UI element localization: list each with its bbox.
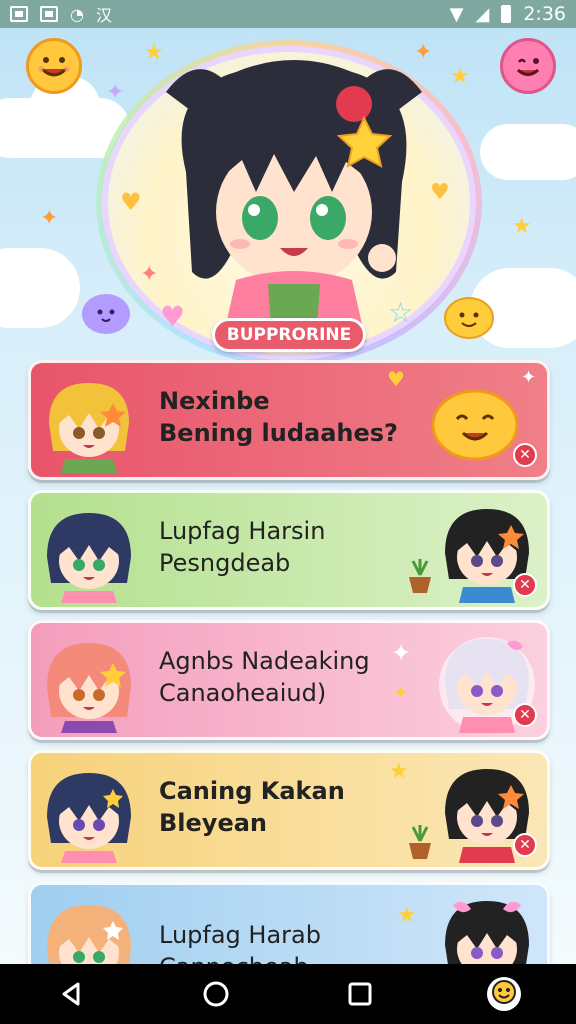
card-subtitle: Bleyean xyxy=(159,809,267,837)
recents-square-icon[interactable] xyxy=(340,974,380,1014)
close-icon[interactable]: ✕ xyxy=(513,443,537,467)
close-icon[interactable]: ✕ xyxy=(513,703,537,727)
wifi-icon: ▼ xyxy=(449,3,464,25)
signal-icon: ◢ xyxy=(475,3,490,25)
card-text: Caning Kakan Bleyean xyxy=(159,775,345,839)
back-triangle-icon[interactable] xyxy=(52,974,92,1014)
heart-icon: ♥ xyxy=(160,300,186,333)
list-item[interactable]: Nexinbe Bening ludaahes? ♥ ✦ ✕ xyxy=(28,360,550,480)
card-subtitle: Canaoheaiud) xyxy=(159,679,327,707)
card-title: Agnbs Nadeaking xyxy=(159,647,370,675)
close-icon[interactable]: ✕ xyxy=(513,833,537,857)
navigation-bar xyxy=(0,964,576,1024)
card-title: Nexinbe xyxy=(159,387,270,415)
battery-icon xyxy=(501,5,512,23)
card-title: Lupfag Harab xyxy=(159,921,321,949)
avatar xyxy=(47,513,131,603)
home-circle-icon[interactable] xyxy=(196,974,236,1014)
heart-icon: ♥ xyxy=(430,180,450,205)
notification-box-icon xyxy=(10,6,28,22)
clock-icon: ◔ xyxy=(70,4,84,24)
status-bar: ◔ 汉 ▼ ◢ 2:36 xyxy=(0,0,576,28)
list-item[interactable]: Lupfag Harsin Pesngdeab ✕ xyxy=(28,490,550,610)
card-subtitle: Pesngdeab xyxy=(159,549,291,577)
card-text: Lupfag Harsin Pesngdeab xyxy=(159,515,325,579)
list-item[interactable]: Caning Kakan Bleyean ★ ✕ xyxy=(28,750,550,870)
card-text: Nexinbe Bening ludaahes? xyxy=(159,385,398,449)
list-item[interactable]: Agnbs Nadeaking Canaoheaiud) ✦ ✦ ✕ xyxy=(28,620,550,740)
avatar xyxy=(47,773,131,863)
heart-icon: ♥ xyxy=(120,188,142,216)
chat-smiley-icon[interactable] xyxy=(500,38,556,94)
plant-icon xyxy=(409,559,431,593)
card-title: Lupfag Harsin xyxy=(159,517,326,545)
card-subtitle: Bening ludaahes? xyxy=(159,419,398,447)
card-title: Caning Kakan xyxy=(159,777,345,805)
happy-blob-icon xyxy=(431,389,519,461)
status-time: 2:36 xyxy=(523,3,566,25)
hero-badge[interactable]: BUPPRORINE xyxy=(212,318,366,352)
close-icon[interactable]: ✕ xyxy=(513,573,537,597)
avatar xyxy=(49,383,129,473)
plant-icon xyxy=(409,825,431,859)
language-icon: 汉 xyxy=(95,6,112,25)
message-icon xyxy=(40,6,58,22)
hero-character xyxy=(166,60,422,342)
avatar xyxy=(47,643,131,733)
yellow-blob-icon xyxy=(444,297,494,339)
heart-icon: ♥ xyxy=(387,367,405,391)
smiley-icon[interactable] xyxy=(26,38,82,94)
purple-blob-icon xyxy=(82,294,130,334)
card-text: Agnbs Nadeaking Canaoheaiud) xyxy=(159,645,370,709)
emoji-assistant-icon[interactable] xyxy=(484,974,524,1014)
